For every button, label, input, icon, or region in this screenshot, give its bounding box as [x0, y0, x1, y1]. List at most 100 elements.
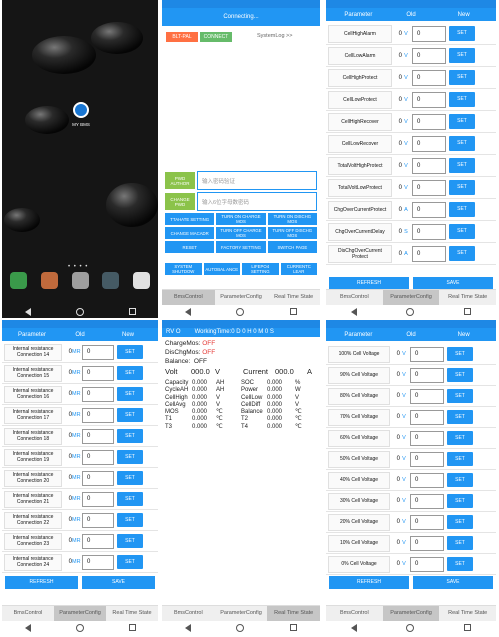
pwd-author-input[interactable]: 输入密码验证	[197, 171, 317, 190]
set-button[interactable]: SET	[447, 431, 473, 445]
recents-icon[interactable]	[290, 624, 298, 631]
set-button[interactable]: SET	[449, 158, 475, 173]
new-value-input[interactable]: 0	[82, 407, 114, 423]
new-value-input[interactable]: 0	[82, 386, 114, 402]
new-value-input[interactable]: 0	[410, 451, 444, 467]
new-value-input[interactable]: 0	[410, 535, 444, 551]
grid-button[interactable]: RESET	[165, 241, 215, 253]
tab-real-time-state[interactable]: Real Time State	[106, 606, 158, 621]
set-button[interactable]: SET	[449, 224, 475, 239]
recents-icon[interactable]	[464, 624, 472, 631]
set-button[interactable]: SET	[449, 136, 475, 151]
grid-button[interactable]: SWITCH PAGE	[267, 241, 317, 253]
new-value-input[interactable]: 0	[82, 491, 114, 507]
new-value-input[interactable]: 0	[412, 223, 446, 240]
tab-bms-control[interactable]: BmsControl	[162, 606, 215, 621]
new-value-input[interactable]: 0	[410, 367, 444, 383]
set-button[interactable]: SET	[117, 513, 143, 527]
back-icon[interactable]	[184, 623, 191, 632]
set-button[interactable]: SET	[447, 536, 473, 550]
new-value-input[interactable]: 0	[412, 157, 446, 174]
app-icon-mybms[interactable]	[73, 102, 89, 118]
set-button[interactable]: SET	[447, 389, 473, 403]
tab-bms-control[interactable]: BmsControl	[326, 606, 383, 621]
set-button[interactable]: SET	[449, 26, 475, 41]
home-icon[interactable]	[236, 307, 245, 316]
set-button[interactable]: SET	[449, 202, 475, 217]
home-icon[interactable]	[406, 307, 415, 316]
set-button[interactable]: SET	[117, 366, 143, 380]
tab-parameter-config[interactable]: ParameterConfig	[215, 606, 268, 621]
new-value-input[interactable]: 0	[412, 91, 446, 108]
messages-icon[interactable]	[71, 272, 89, 289]
new-value-input[interactable]: 0	[410, 472, 444, 488]
new-value-input[interactable]: 0	[410, 388, 444, 404]
recents-icon[interactable]	[464, 308, 472, 315]
set-button[interactable]: SET	[447, 347, 473, 361]
grid-button[interactable]: TURN OFF DISCHG MOS	[267, 227, 317, 239]
set-button[interactable]: SET	[447, 452, 473, 466]
tab-parameter-config[interactable]: ParameterConfig	[215, 290, 268, 305]
new-value-input[interactable]: 0	[412, 135, 446, 152]
new-value-input[interactable]: 0	[82, 428, 114, 444]
set-button[interactable]: SET	[447, 494, 473, 508]
recents-icon[interactable]	[290, 308, 298, 315]
back-icon[interactable]	[184, 307, 191, 316]
new-value-input[interactable]: 0	[412, 245, 446, 262]
home-icon[interactable]	[75, 307, 84, 316]
set-button[interactable]: SET	[117, 492, 143, 506]
tab-parameter-config[interactable]: ParameterConfig	[54, 606, 106, 621]
set-button[interactable]: SET	[117, 450, 143, 464]
set-button[interactable]: SET	[117, 345, 143, 359]
new-value-input[interactable]: 0	[412, 201, 446, 218]
set-button[interactable]: SET	[449, 114, 475, 129]
new-value-input[interactable]: 0	[412, 179, 446, 196]
set-button[interactable]: SET	[449, 70, 475, 85]
set-button[interactable]: SET	[117, 387, 143, 401]
system-log-link[interactable]: SystemLog >>	[257, 33, 292, 39]
new-value-input[interactable]: 0	[82, 512, 114, 528]
set-button[interactable]: SET	[449, 246, 475, 261]
set-button[interactable]: SET	[117, 555, 143, 569]
grid-button[interactable]: FACTORY SETTING	[216, 241, 266, 253]
refresh-button[interactable]: REFRESH	[5, 576, 78, 589]
new-value-input[interactable]: 0	[410, 514, 444, 530]
tab-real-time-state[interactable]: Real Time State	[267, 606, 320, 621]
tab-real-time-state[interactable]: Real Time State	[439, 290, 496, 305]
refresh-button[interactable]: REFRESH	[329, 576, 409, 589]
save-button[interactable]: SAVE	[413, 576, 493, 589]
pwd-author-button[interactable]: PWD AUTHOR	[165, 172, 195, 189]
home-icon[interactable]	[236, 623, 245, 632]
set-button[interactable]: SET	[117, 429, 143, 443]
set-button[interactable]: SET	[117, 534, 143, 548]
new-value-input[interactable]: 0	[82, 449, 114, 465]
new-value-input[interactable]: 0	[82, 470, 114, 486]
camera-icon[interactable]	[133, 272, 150, 289]
set-button[interactable]: SET	[449, 48, 475, 63]
tab-real-time-state[interactable]: Real Time State	[267, 290, 320, 305]
new-value-input[interactable]: 0	[412, 47, 446, 64]
set-button[interactable]: SET	[449, 180, 475, 195]
home-icon[interactable]	[75, 623, 84, 632]
new-value-input[interactable]: 0	[82, 554, 114, 570]
tab-parameter-config[interactable]: ParameterConfig	[382, 290, 440, 305]
back-icon[interactable]	[24, 307, 31, 316]
tab-real-time-state[interactable]: Real Time State	[439, 606, 496, 621]
set-button[interactable]: SET	[117, 471, 143, 485]
grid-button[interactable]: SYSTEM SHUTDOW	[165, 263, 202, 275]
new-value-input[interactable]: 0	[410, 493, 444, 509]
new-value-input[interactable]: 0	[82, 344, 114, 360]
grid-button[interactable]: TURN ON CHARGE MOS	[216, 213, 266, 225]
new-value-input[interactable]: 0	[412, 113, 446, 130]
grid-button[interactable]: CURRENTC LEAR	[280, 263, 317, 275]
grid-button[interactable]: LIFEPO4 SETTING	[242, 263, 279, 275]
grid-button[interactable]: CHANGE MACADR	[165, 227, 215, 239]
grid-button[interactable]: TURN OFF CHARGE MOS	[216, 227, 266, 239]
new-value-input[interactable]: 0	[410, 556, 444, 572]
tab-bms-control[interactable]: BmsControl	[2, 606, 54, 621]
set-button[interactable]: SET	[447, 410, 473, 424]
recents-icon[interactable]	[128, 308, 136, 315]
change-pwd-button[interactable]: CHANGE PWD	[165, 193, 195, 210]
browser-icon[interactable]	[102, 272, 120, 289]
new-value-input[interactable]: 0	[82, 533, 114, 549]
